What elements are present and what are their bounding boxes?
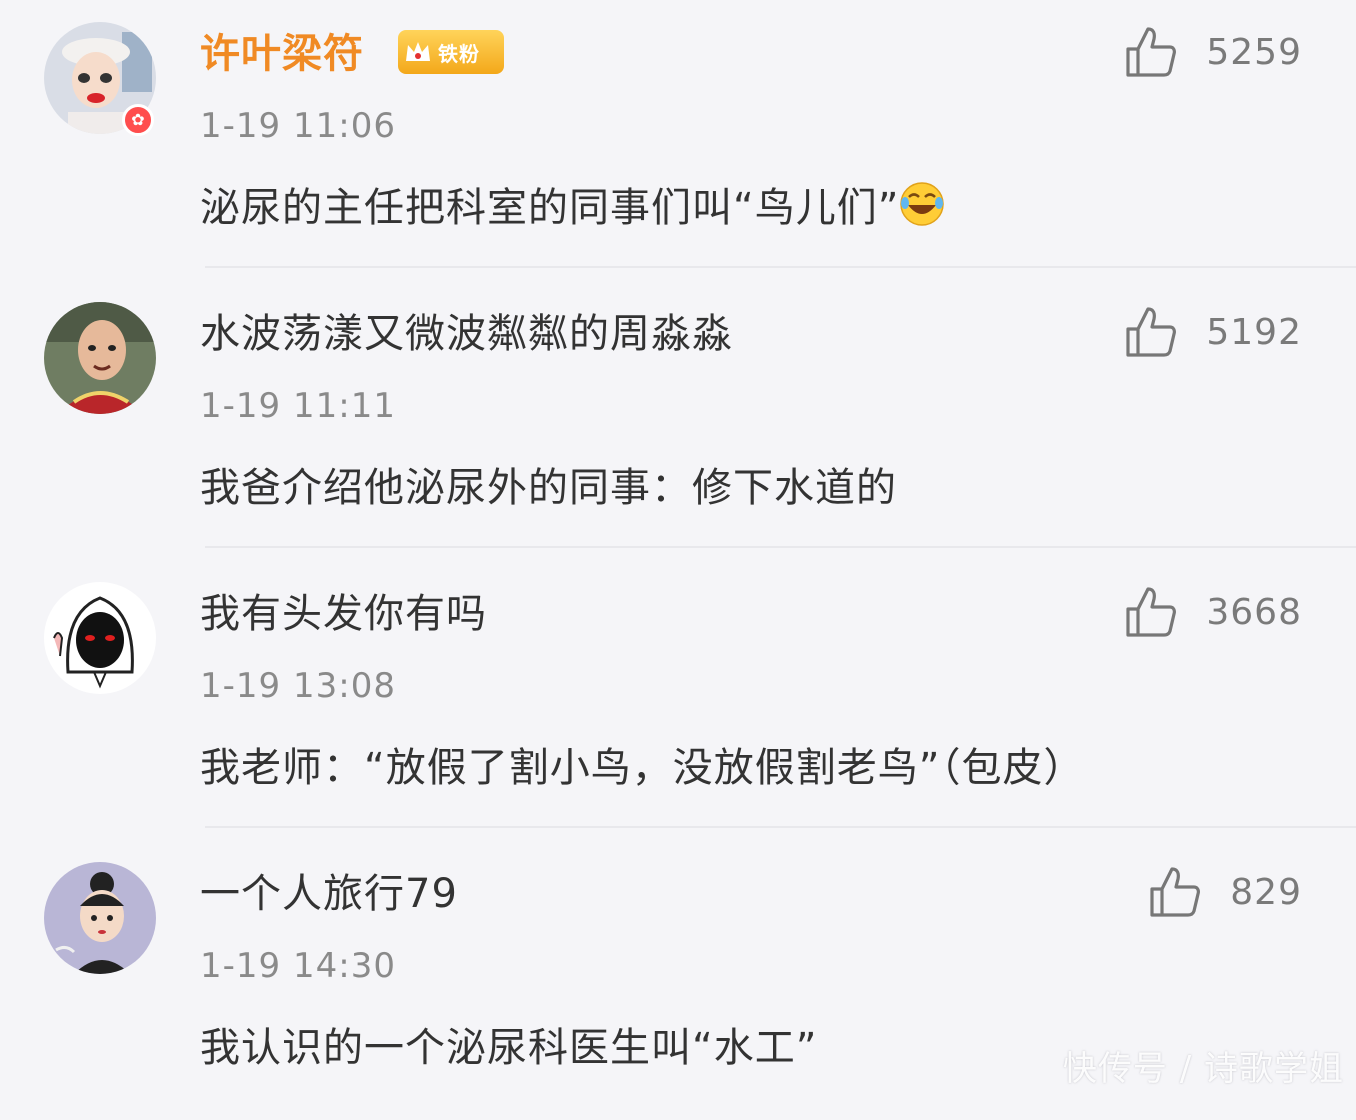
- user-avatar[interactable]: [44, 862, 156, 974]
- comment-time: 1-19 11:06: [200, 106, 396, 146]
- thumbs-up-icon: [1126, 307, 1177, 357]
- comment-text: 我老师：“放假了割小鸟，没放假割老鸟”（包皮）: [200, 745, 1085, 791]
- comment-item: 我有头发你有吗 3668 1-19 13:08 我老师：“放假了割小鸟，没放假割…: [0, 560, 1356, 840]
- avatar-cartoon-girl-icon: [44, 862, 156, 974]
- comment-time: 1-19 13:08: [200, 666, 396, 706]
- comment-text: 我爸介绍他泌尿外的同事：修下水道的: [200, 465, 897, 511]
- comment-item: 水波荡漾又微波粼粼的周淼淼 5192 1-19 11:11 我爸介绍他泌尿外的同…: [0, 280, 1356, 560]
- thumbs-up-icon: [1126, 587, 1177, 637]
- comment-time: 1-19 11:11: [200, 386, 396, 426]
- like-button[interactable]: 5192: [1124, 304, 1302, 360]
- comment-text: 泌尿的主任把科室的同事们叫“鸟儿们”: [200, 185, 900, 231]
- username[interactable]: 一个人旅行79: [200, 866, 458, 922]
- divider: [205, 546, 1356, 548]
- like-button[interactable]: 829: [1148, 864, 1302, 920]
- username[interactable]: 许叶梁符: [200, 26, 364, 82]
- fan-badge: 铁粉: [398, 30, 504, 74]
- comment-text: 我认识的一个泌尿科医生叫“水工”: [200, 1025, 818, 1071]
- user-avatar[interactable]: [44, 302, 156, 414]
- watermark: 快传号 / 诗歌学姐: [1062, 1049, 1344, 1089]
- like-button[interactable]: 3668: [1124, 584, 1302, 640]
- like-button[interactable]: 5259: [1124, 24, 1302, 80]
- like-count: 5192: [1206, 311, 1302, 353]
- like-count: 829: [1230, 871, 1302, 913]
- avatar-bald-man-icon: [44, 302, 156, 414]
- comment-time: 1-19 14:30: [200, 946, 396, 986]
- comment-text-wrapper: 泌尿的主任把科室的同事们叫“鸟儿们”: [200, 180, 945, 236]
- avatar-hooded-figure-icon: [44, 582, 156, 694]
- comment-item: ✿ 许叶梁符 铁粉 5259 1-19 11:06 泌尿的主任把科室的同事们叫“…: [0, 0, 1356, 280]
- username[interactable]: 水波荡漾又微波粼粼的周淼淼: [200, 306, 733, 362]
- fan-badge-label: 铁粉: [438, 41, 480, 66]
- divider: [205, 266, 1356, 268]
- user-avatar[interactable]: [44, 582, 156, 694]
- thumbs-up-icon: [1150, 867, 1201, 917]
- username[interactable]: 我有头发你有吗: [200, 586, 487, 642]
- thumbs-up-icon: [1126, 27, 1177, 77]
- divider: [205, 826, 1356, 828]
- crown-icon: [398, 30, 438, 74]
- like-count: 5259: [1206, 31, 1302, 73]
- laugh-cry-emoji-icon: [900, 182, 945, 226]
- verified-badge-icon: ✿: [122, 104, 154, 136]
- like-count: 3668: [1206, 591, 1302, 633]
